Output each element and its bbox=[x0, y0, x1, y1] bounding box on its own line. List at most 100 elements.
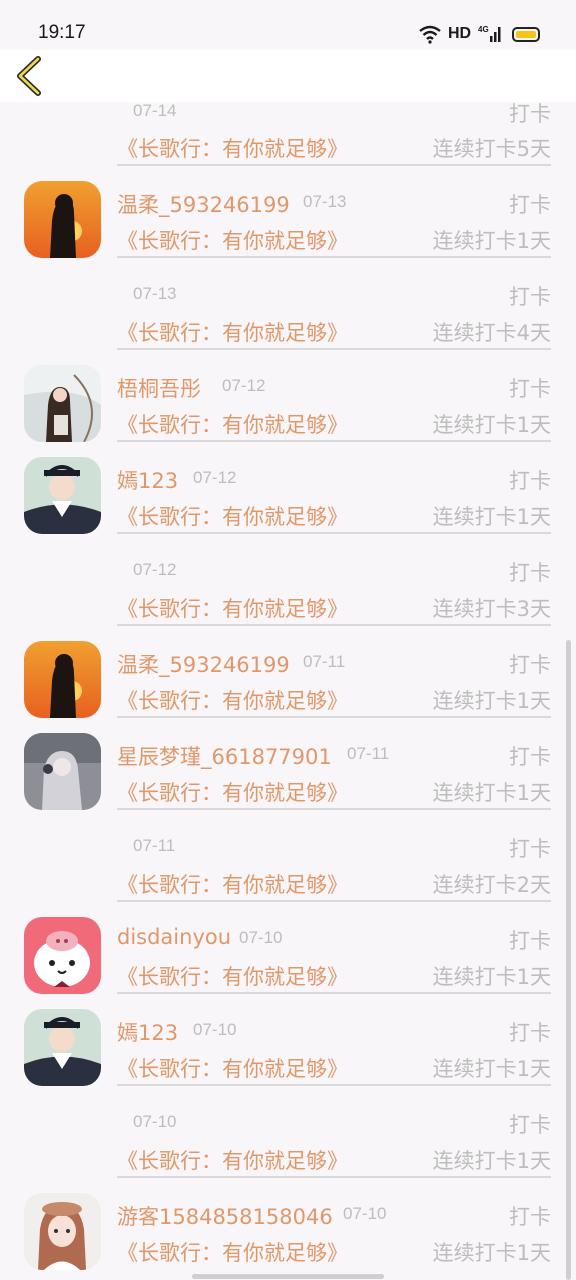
avatar[interactable] bbox=[24, 181, 101, 258]
book-title-link[interactable]: 《长歌行：有你就足够》 bbox=[117, 1145, 348, 1175]
avatar[interactable] bbox=[24, 1193, 101, 1270]
list-item[interactable]: 07-12 打卡 《长歌行：有你就足够》 连续打卡3天 bbox=[0, 536, 576, 628]
checkin-list[interactable]: 07-14 打卡 《长歌行：有你就足够》 连续打卡5天 温柔_593246199… bbox=[0, 0, 576, 1280]
book-title-link[interactable]: 《长歌行：有你就足够》 bbox=[117, 777, 348, 807]
list-item[interactable]: 温柔_593246199 07-13 打卡 《长歌行：有你就足够》 连续打卡1天 bbox=[0, 168, 576, 260]
checkin-date: 07-12 bbox=[222, 376, 266, 395]
checkin-label: 打卡 bbox=[509, 653, 551, 677]
book-title-link[interactable]: 《长歌行：有你就足够》 bbox=[117, 1237, 348, 1267]
home-indicator[interactable] bbox=[192, 1274, 384, 1279]
avatar[interactable] bbox=[24, 917, 101, 994]
username-link[interactable]: 嫣123 bbox=[117, 1017, 178, 1047]
checkin-date: 07-10 bbox=[193, 1020, 237, 1039]
list-item[interactable]: 07-10 打卡 《长歌行：有你就足够》 连续打卡1天 bbox=[0, 1088, 576, 1180]
avatar[interactable] bbox=[24, 1009, 101, 1086]
signal-type-label: 4G bbox=[478, 25, 489, 34]
list-item[interactable]: 星辰梦瑾_661877901 07-11 打卡 《长歌行：有你就足够》 连续打卡… bbox=[0, 720, 576, 812]
streak-count: 连续打卡1天 bbox=[432, 965, 551, 989]
status-bar: 19:17 HD 4G bbox=[0, 0, 576, 50]
checkin-label: 打卡 bbox=[509, 837, 551, 861]
checkin-label: 打卡 bbox=[509, 1021, 551, 1045]
username-link[interactable]: 星辰梦瑾_661877901 bbox=[117, 741, 332, 771]
status-time: 19:17 bbox=[38, 22, 86, 43]
list-item[interactable]: disdainyou 07-10 打卡 《长歌行：有你就足够》 连续打卡1天 bbox=[0, 904, 576, 996]
list-item[interactable]: 07-13 打卡 《长歌行：有你就足够》 连续打卡4天 bbox=[0, 260, 576, 352]
username-link[interactable]: 温柔_593246199 bbox=[117, 649, 290, 679]
checkin-label: 打卡 bbox=[509, 1205, 551, 1229]
book-title-link[interactable]: 《长歌行：有你就足够》 bbox=[117, 961, 348, 991]
wifi-icon bbox=[419, 25, 441, 44]
checkin-date: 07-10 bbox=[133, 1112, 177, 1131]
streak-count: 连续打卡5天 bbox=[432, 137, 551, 161]
checkin-date: 07-13 bbox=[303, 192, 347, 211]
checkin-date: 07-11 bbox=[133, 836, 176, 855]
divider bbox=[117, 624, 551, 626]
avatar[interactable] bbox=[24, 365, 101, 442]
app-screen: 07-14 打卡 《长歌行：有你就足够》 连续打卡5天 温柔_593246199… bbox=[0, 0, 576, 1280]
divider bbox=[117, 1176, 551, 1178]
list-item[interactable]: 梧桐吾彤 07-12 打卡 《长歌行：有你就足够》 连续打卡1天 bbox=[0, 352, 576, 444]
divider bbox=[117, 348, 551, 350]
chevron-left-icon[interactable] bbox=[14, 55, 44, 97]
username-link[interactable]: 嫣123 bbox=[117, 465, 178, 495]
book-title-link[interactable]: 《长歌行：有你就足够》 bbox=[117, 409, 348, 439]
list-item[interactable]: 嫣123 07-12 打卡 《长歌行：有你就足够》 连续打卡1天 bbox=[0, 444, 576, 536]
checkin-label: 打卡 bbox=[509, 929, 551, 953]
book-title-link[interactable]: 《长歌行：有你就足够》 bbox=[117, 685, 348, 715]
book-title-link[interactable]: 《长歌行：有你就足够》 bbox=[117, 593, 348, 623]
username-link[interactable]: 梧桐吾彤 bbox=[117, 373, 201, 403]
checkin-date: 07-14 bbox=[133, 101, 177, 120]
checkin-date: 07-12 bbox=[193, 468, 237, 487]
book-title-link[interactable]: 《长歌行：有你就足够》 bbox=[117, 1053, 348, 1083]
divider bbox=[117, 992, 551, 994]
checkin-date: 07-12 bbox=[133, 560, 177, 579]
divider bbox=[117, 1084, 551, 1086]
divider bbox=[117, 440, 551, 442]
battery-icon bbox=[512, 27, 540, 42]
checkin-label: 打卡 bbox=[509, 193, 551, 217]
username-link[interactable]: disdainyou bbox=[117, 925, 231, 949]
streak-count: 连续打卡1天 bbox=[432, 1241, 551, 1265]
avatar[interactable] bbox=[24, 733, 101, 810]
divider bbox=[117, 808, 551, 810]
streak-count: 连续打卡1天 bbox=[432, 413, 551, 437]
streak-count: 连续打卡1天 bbox=[432, 505, 551, 529]
book-title-link[interactable]: 《长歌行：有你就足够》 bbox=[117, 225, 348, 255]
divider bbox=[117, 532, 551, 534]
checkin-date: 07-10 bbox=[343, 1204, 387, 1223]
streak-count: 连续打卡3天 bbox=[432, 597, 551, 621]
streak-count: 连续打卡4天 bbox=[432, 321, 551, 345]
streak-count: 连续打卡1天 bbox=[432, 1057, 551, 1081]
checkin-date: 07-13 bbox=[133, 284, 177, 303]
signal-icon: 4G bbox=[478, 25, 501, 42]
book-title-link[interactable]: 《长歌行：有你就足够》 bbox=[117, 133, 348, 163]
list-item[interactable]: 嫣123 07-10 打卡 《长歌行：有你就足够》 连续打卡1天 bbox=[0, 996, 576, 1088]
divider bbox=[117, 256, 551, 258]
checkin-date: 07-11 bbox=[347, 744, 390, 763]
streak-count: 连续打卡1天 bbox=[432, 1149, 551, 1173]
network-type: HD bbox=[448, 25, 472, 42]
list-item[interactable]: 游客1584858158046 07-10 打卡 《长歌行：有你就足够》 连续打… bbox=[0, 1180, 576, 1272]
streak-count: 连续打卡1天 bbox=[432, 689, 551, 713]
top-nav-bar bbox=[0, 50, 576, 102]
checkin-label: 打卡 bbox=[509, 377, 551, 401]
checkin-date: 07-11 bbox=[303, 652, 346, 671]
checkin-label: 打卡 bbox=[509, 285, 551, 309]
streak-count: 连续打卡1天 bbox=[432, 781, 551, 805]
streak-count: 连续打卡1天 bbox=[432, 229, 551, 253]
avatar[interactable] bbox=[24, 641, 101, 718]
book-title-link[interactable]: 《长歌行：有你就足够》 bbox=[117, 317, 348, 347]
checkin-label: 打卡 bbox=[509, 102, 551, 126]
streak-count: 连续打卡2天 bbox=[432, 873, 551, 897]
username-link[interactable]: 游客1584858158046 bbox=[117, 1201, 333, 1231]
checkin-label: 打卡 bbox=[509, 1113, 551, 1137]
checkin-date: 07-10 bbox=[239, 928, 283, 947]
divider bbox=[117, 900, 551, 902]
list-item[interactable]: 温柔_593246199 07-11 打卡 《长歌行：有你就足够》 连续打卡1天 bbox=[0, 628, 576, 720]
avatar[interactable] bbox=[24, 457, 101, 534]
book-title-link[interactable]: 《长歌行：有你就足够》 bbox=[117, 869, 348, 899]
list-item[interactable]: 07-11 打卡 《长歌行：有你就足够》 连续打卡2天 bbox=[0, 812, 576, 904]
username-link[interactable]: 温柔_593246199 bbox=[117, 189, 290, 219]
scrollbar[interactable] bbox=[566, 640, 571, 1280]
book-title-link[interactable]: 《长歌行：有你就足够》 bbox=[117, 501, 348, 531]
